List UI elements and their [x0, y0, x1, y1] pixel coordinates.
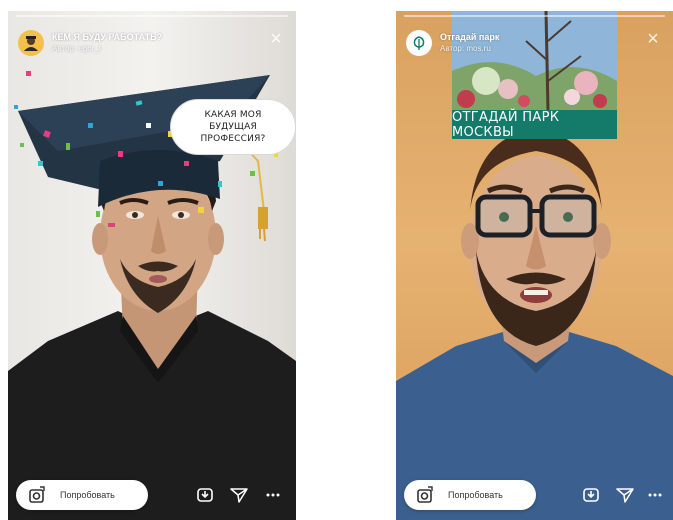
- left-story-header: КЕМ Я БУДУ РАБОТАТЬ? Автор: egor_t ×: [18, 27, 286, 59]
- save-icon[interactable]: [582, 487, 600, 503]
- close-icon[interactable]: ×: [266, 29, 286, 49]
- profession-question-bubble: Какая моя будущая профессия?: [170, 99, 296, 155]
- story-subtitle[interactable]: Автор: mos.ru: [440, 43, 499, 54]
- right-story-panel[interactable]: ОТГАДАЙ ПАРК МОСКВЫ Отгадай парк Автор: …: [396, 11, 673, 520]
- bubble-line: будущая: [209, 122, 257, 132]
- right-story-header: Отгадай парк Автор: mos.ru ×: [406, 27, 663, 59]
- left-story-panel[interactable]: КЕМ Я БУДУ РАБОТАТЬ? Автор: egor_t × Как…: [8, 11, 296, 520]
- guess-park-banner: ОТГАДАЙ ПАРК МОСКВЫ: [452, 109, 617, 140]
- save-icon[interactable]: [196, 487, 214, 503]
- story-subtitle[interactable]: Автор: egor_t: [52, 43, 162, 54]
- try-button-label: Попробовать: [60, 490, 115, 500]
- try-button-label: Попробовать: [448, 490, 503, 500]
- send-icon[interactable]: [230, 487, 248, 503]
- right-story-progress: [404, 15, 665, 17]
- story-title[interactable]: Отгадай парк: [440, 32, 499, 43]
- leaf-avatar-icon[interactable]: [406, 30, 432, 56]
- banner-text: ОТГАДАЙ ПАРК МОСКВЫ: [452, 109, 560, 140]
- close-icon[interactable]: ×: [643, 29, 663, 49]
- send-icon[interactable]: [616, 487, 634, 503]
- left-story-footer: Попробовать: [8, 478, 296, 512]
- camera-icon: [417, 486, 433, 503]
- bubble-line: Какая моя: [204, 110, 262, 120]
- left-story-scene: [8, 11, 296, 520]
- right-story-footer: Попробовать: [396, 478, 673, 512]
- user-avatar-icon[interactable]: [18, 30, 44, 56]
- camera-icon: [29, 486, 45, 503]
- more-icon[interactable]: [646, 487, 664, 503]
- more-icon[interactable]: [264, 487, 282, 503]
- right-story-scene: [396, 11, 673, 520]
- try-effect-button[interactable]: Попробовать: [16, 480, 148, 510]
- story-title[interactable]: КЕМ Я БУДУ РАБОТАТЬ?: [52, 32, 162, 43]
- bubble-line: профессия?: [200, 134, 266, 144]
- try-effect-button[interactable]: Попробовать: [404, 480, 536, 510]
- left-story-progress: [16, 15, 288, 17]
